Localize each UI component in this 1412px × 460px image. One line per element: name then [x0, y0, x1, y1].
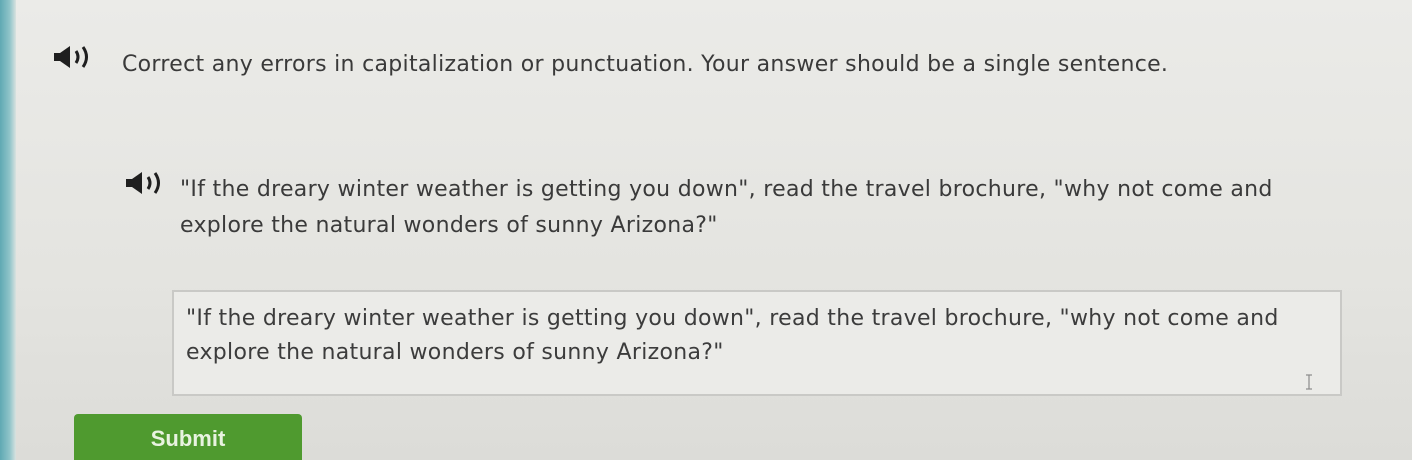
answer-textarea[interactable]: "If the dreary winter weather is getting…	[172, 290, 1342, 396]
submit-button[interactable]: Submit	[74, 414, 302, 460]
text-cursor-icon	[1306, 374, 1312, 390]
instructions-text: Correct any errors in capitalization or …	[58, 46, 1298, 84]
practice-page: Correct any errors in capitalization or …	[0, 0, 1412, 460]
answer-input[interactable]: "If the dreary winter weather is getting…	[186, 302, 1326, 370]
left-edge-strip	[0, 0, 16, 460]
instructions-label: Correct any errors in capitalization or …	[122, 52, 1169, 77]
question-sentence: "If the dreary winter weather is getting…	[180, 177, 1273, 238]
speaker-icon[interactable]	[124, 170, 172, 196]
